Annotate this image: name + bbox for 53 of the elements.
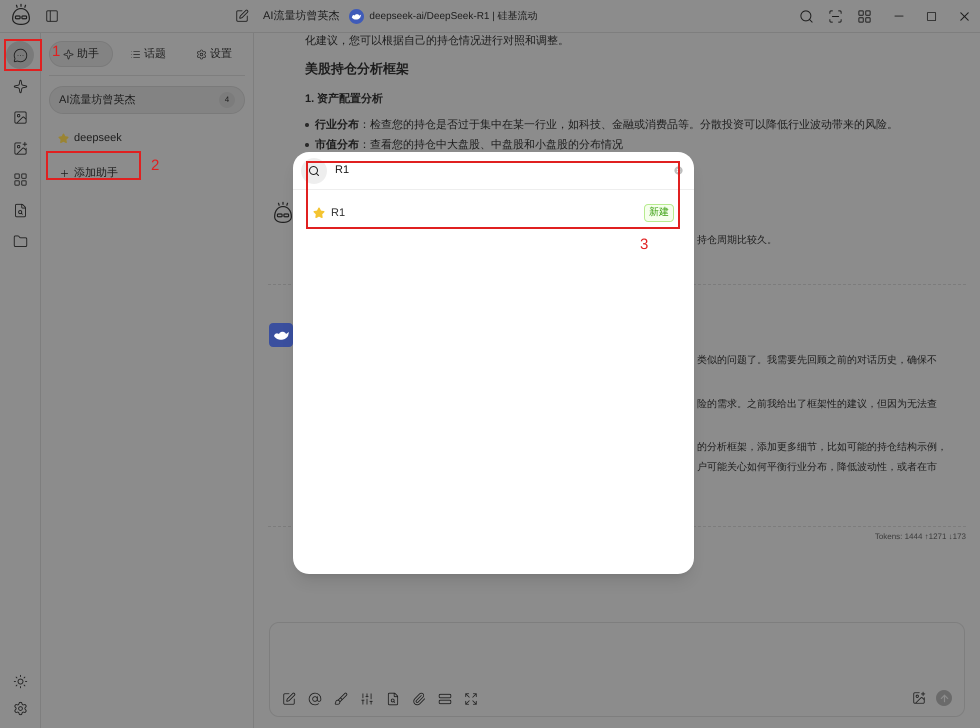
annotation-number: 3: [640, 235, 648, 255]
message-subheading: 1. 资产配置分析: [305, 92, 384, 106]
clear-button[interactable]: [673, 165, 684, 176]
assistant-item[interactable]: deepseek: [49, 124, 245, 152]
expand-icon[interactable]: [464, 692, 478, 706]
gear-icon: [196, 48, 207, 60]
theme-button[interactable]: [12, 674, 28, 689]
annotation-number: 1: [52, 42, 60, 62]
sparkle-icon: [63, 48, 74, 60]
maximize-button[interactable]: [926, 10, 937, 22]
annotation-number: 2: [151, 156, 160, 176]
message-text: 行业分布：检查您的持仓是否过于集中在某一行业，如科技、金融或消费品等。分散投资可以降低行业波动带来的风险。: [315, 118, 898, 133]
annotation-frame: [4, 39, 42, 71]
message-input[interactable]: [269, 622, 965, 717]
star-icon: [313, 207, 325, 219]
paperclip-icon[interactable]: [412, 692, 426, 706]
bullet-icon: [305, 143, 309, 147]
file-search-icon[interactable]: [386, 692, 400, 706]
new-tag: 新建: [644, 204, 674, 222]
plus-icon: [59, 168, 70, 178]
message-text: 化建议，您可以根据自己的持仓情况进行对照和调整。: [305, 34, 570, 48]
scan-button[interactable]: [828, 8, 843, 24]
star-icon: [58, 132, 69, 144]
whale-logo-icon: [349, 8, 364, 24]
message-text: 户可能关心如何平衡行业分布，降低波动性，或者在市: [697, 460, 938, 475]
pen-icon[interactable]: [282, 692, 296, 706]
grid-button[interactable]: [857, 8, 872, 24]
assistant-item[interactable]: AI流量坊曾英杰 4: [49, 86, 245, 114]
at-icon[interactable]: [308, 692, 322, 706]
panel-tab[interactable]: 话题: [117, 41, 179, 67]
topic-title: AI流量坊曾英杰: [263, 8, 340, 24]
search-field[interactable]: R1: [335, 162, 673, 179]
count-badge: 4: [219, 92, 235, 108]
arrow-up-icon: [938, 692, 950, 704]
message-heading: 美股持仓分析框架: [305, 60, 410, 78]
add-assistant-button[interactable]: 添加助手: [49, 160, 128, 186]
message-text: 持仓周期比较久。: [697, 234, 778, 248]
panel-tab[interactable]: 设置: [183, 41, 245, 67]
bullet-icon: [305, 123, 309, 127]
message-text: 类似的问题了。我需要先回顾之前的对话历史，确保不: [697, 354, 938, 368]
message-text: 的分析框架，添加更多细节，比如可能的持仓结构示例，: [697, 440, 948, 455]
settings-button[interactable]: [12, 701, 28, 716]
brush-icon[interactable]: [334, 692, 348, 706]
model-name: deepseek-ai/DeepSeek-R1 | 硅基流动: [369, 10, 538, 24]
message-text: 市值分布：查看您的持仓中大盘股、中盘股和小盘股的分布情况: [315, 138, 623, 153]
rows-icon[interactable]: [438, 692, 452, 706]
message-text: 险的需求。之前我给出了框架性的建议，但因为无法查: [697, 398, 938, 412]
token-count: Tokens: 1444 ↑1271 ↓173: [874, 531, 966, 543]
search-button[interactable]: [799, 8, 814, 24]
sliders-icon[interactable]: [360, 692, 374, 706]
image-plus-button[interactable]: [912, 691, 926, 705]
chat-icon[interactable]: [6, 41, 34, 69]
result-item[interactable]: R1 新建: [293, 190, 694, 236]
